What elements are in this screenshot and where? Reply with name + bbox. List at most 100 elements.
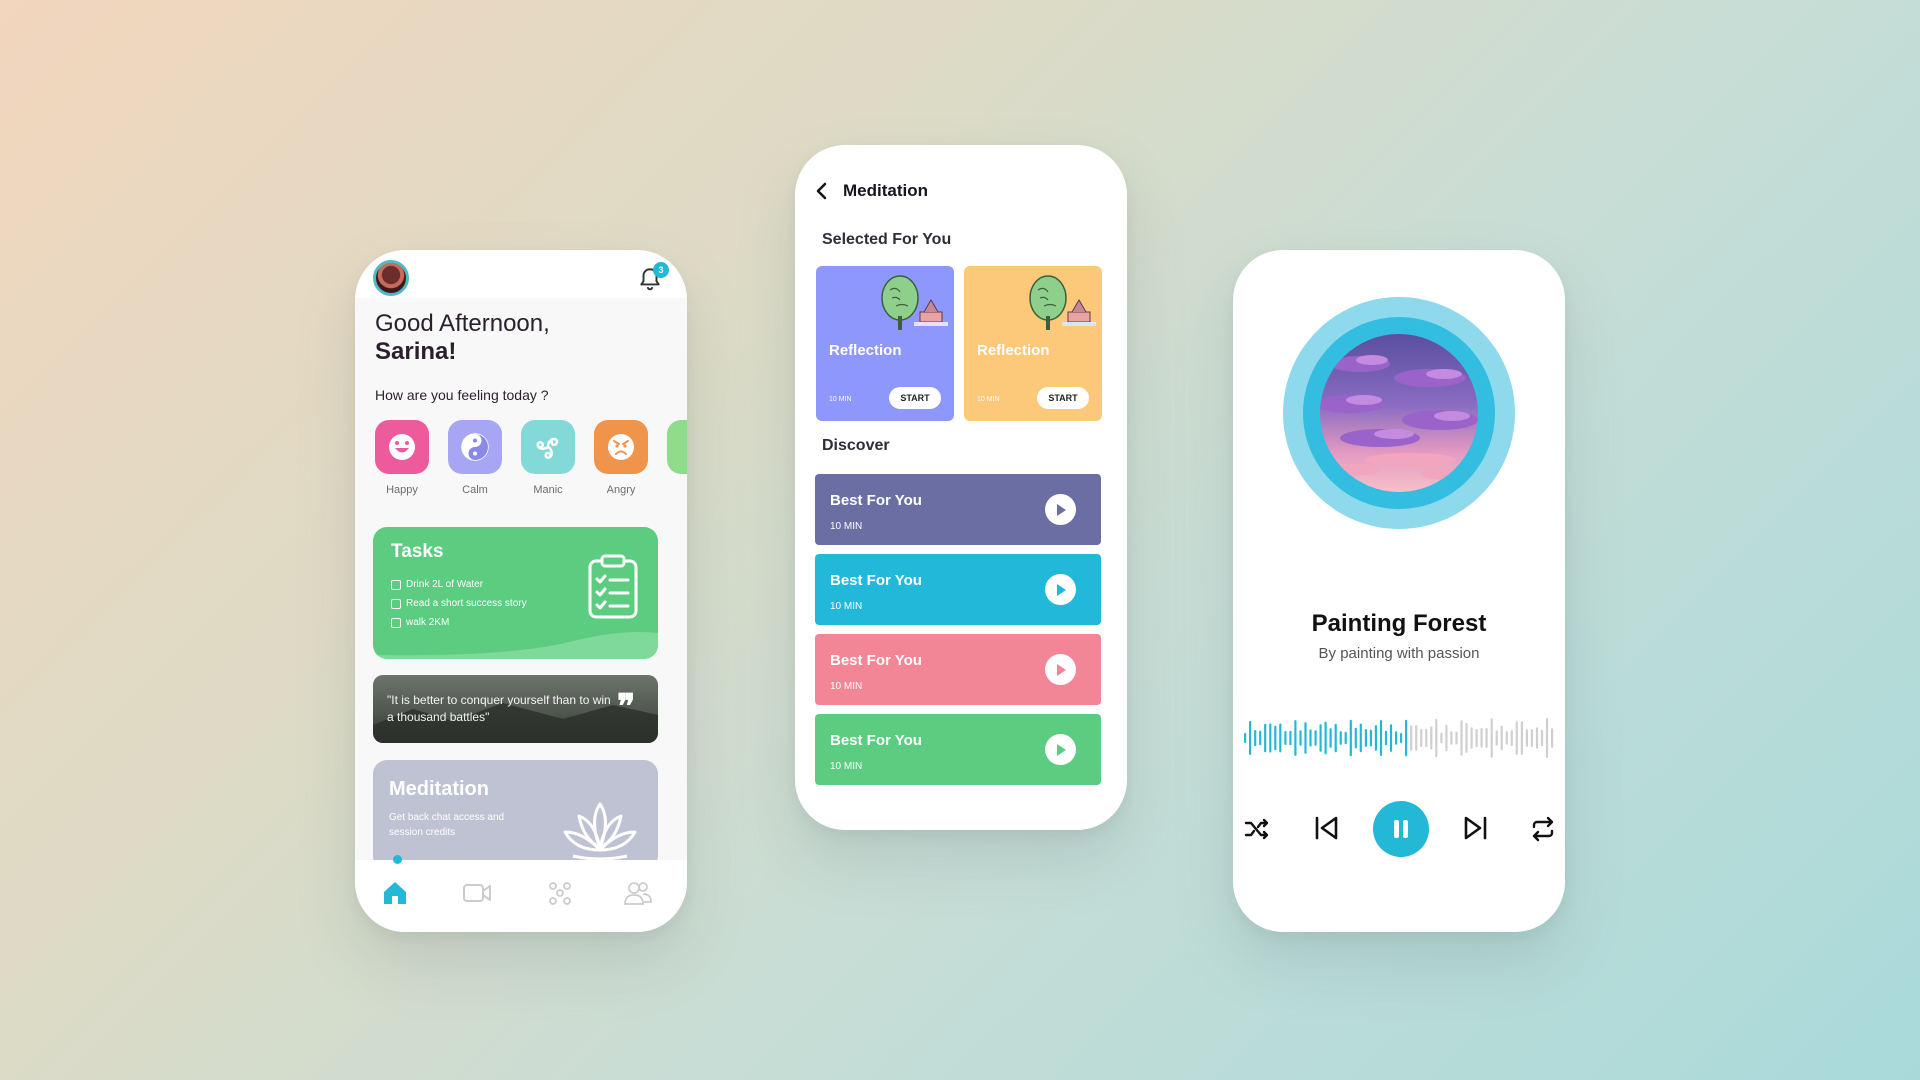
greeting: Good Afternoon, Sarina! [375,310,550,366]
tasks-card[interactable]: Tasks Drink 2L of Water Read a short suc… [373,527,658,659]
waveform-bar [1354,727,1357,749]
checkbox[interactable] [391,579,401,590]
mood-tile [667,420,687,474]
mood-tile [521,420,575,474]
mood-angry[interactable]: Angry [594,420,648,496]
duration-label: 10 MIN [830,761,863,772]
video-icon[interactable] [462,880,492,906]
reflection-card[interactable]: Reflection 10 MIN START [816,266,954,421]
waveform-bar [1279,723,1282,753]
waveform-bar [1450,731,1453,745]
reflection-card[interactable]: Reflection 10 MIN START [964,266,1102,421]
waveform-bar [1339,731,1342,745]
home-screen: 3 Good Afternoon, Sarina! How are you fe… [355,250,687,932]
meditation-card[interactable]: Meditation Get back chat access and sess… [373,760,658,870]
previous-icon[interactable] [1311,813,1341,843]
waveform-bar [1249,720,1252,755]
avatar[interactable] [373,260,409,296]
next-icon[interactable] [1461,813,1491,843]
shuffle-icon[interactable] [1243,815,1271,843]
play-icon[interactable] [1045,654,1076,685]
tree-illustration [1029,275,1096,330]
duration-label: 10 MIN [977,396,1000,403]
duration-label: 10 MIN [829,396,852,403]
waveform-bar [1435,718,1438,758]
nav-active-indicator [393,855,402,864]
discover-item[interactable]: Best For You 10 MIN [815,474,1101,545]
quote-text: "It is better to conquer yourself than t… [387,693,611,724]
waveform-bar [1425,728,1428,748]
waveform-bar [1480,728,1483,748]
waveform-bar [1319,724,1322,752]
waveform-bar [1395,731,1398,745]
waveform-bar [1485,728,1488,748]
waveform-bar [1349,719,1352,757]
smile-icon [389,434,415,460]
play-icon[interactable] [1045,574,1076,605]
mood-label: Angry [606,484,636,496]
waveform-bar [1430,726,1433,750]
home-icon[interactable] [380,880,410,906]
mood-manic[interactable]: Manic [521,420,575,496]
play-icon[interactable] [1045,734,1076,765]
discover-item[interactable]: Best For You 10 MIN [815,634,1101,705]
duration-label: 10 MIN [830,601,863,612]
start-button[interactable]: START [889,387,941,409]
clipboard-checklist-icon [588,554,638,619]
back-arrow-icon[interactable] [815,181,829,201]
album-art-ring [1303,317,1495,509]
waveform-bar [1324,721,1327,755]
song-artist: By painting with passion [1318,645,1480,662]
waveform-bar [1384,730,1388,746]
waveform-bar [1329,728,1332,748]
waveform-bar [1299,730,1302,746]
greeting-name: Sarina! [375,338,457,365]
quote-mark-icon: ❞ [617,687,636,727]
discover-item[interactable]: Best For You 10 MIN [815,554,1101,625]
waveform-bar [1259,730,1262,746]
waveform-bar [1304,722,1307,754]
waveform-bar [1334,723,1337,753]
reflection-title: Reflection [829,342,902,359]
mood-tile [375,420,429,474]
duration-label: 10 MIN [830,521,863,532]
waveform-bar [1410,725,1413,751]
waveform-bar [1405,719,1408,757]
mood-more[interactable] [667,420,687,474]
task-item[interactable]: walk 2KM [391,617,449,628]
song-title: Painting Forest [1311,610,1487,637]
waveform-bar [1440,732,1443,744]
lotus-icon [563,802,637,860]
discover-item[interactable]: Best For You 10 MIN [815,714,1101,785]
checkbox[interactable] [391,617,401,628]
waveform-bar [1364,729,1367,747]
album-art-image [1320,334,1478,492]
mood-tile [594,420,648,474]
waveform-bar [1274,725,1277,751]
triskelion-icon [536,437,559,459]
duration-label: 10 MIN [830,681,863,692]
waveform-bar [1284,731,1287,745]
mood-happy[interactable]: Happy [375,420,429,496]
player-screen: Painting Forest By painting with passion [1233,250,1565,932]
notification-badge: 3 [653,262,669,278]
community-icon[interactable] [545,880,575,906]
waveform-scrubber[interactable] [1243,712,1555,764]
mood-label: Calm [462,484,488,496]
start-button[interactable]: START [1037,387,1089,409]
card-wave-decoration [373,632,658,659]
checkbox[interactable] [391,598,401,609]
repeat-icon[interactable] [1529,815,1557,843]
mood-calm[interactable]: Calm [448,420,502,496]
waveform-bar [1551,728,1554,748]
pause-icon[interactable] [1373,801,1429,857]
waveform-bar [1379,720,1383,756]
waveform-bar [1309,729,1312,747]
task-item[interactable]: Read a short success story [391,598,527,609]
play-icon[interactable] [1045,494,1076,525]
feeling-question: How are you feeling today ? [375,387,549,403]
group-icon[interactable] [623,880,653,906]
discover-item-title: Best For You [830,732,922,749]
quote-card[interactable]: "It is better to conquer yourself than t… [373,675,658,743]
task-item[interactable]: Drink 2L of Water [391,579,483,590]
